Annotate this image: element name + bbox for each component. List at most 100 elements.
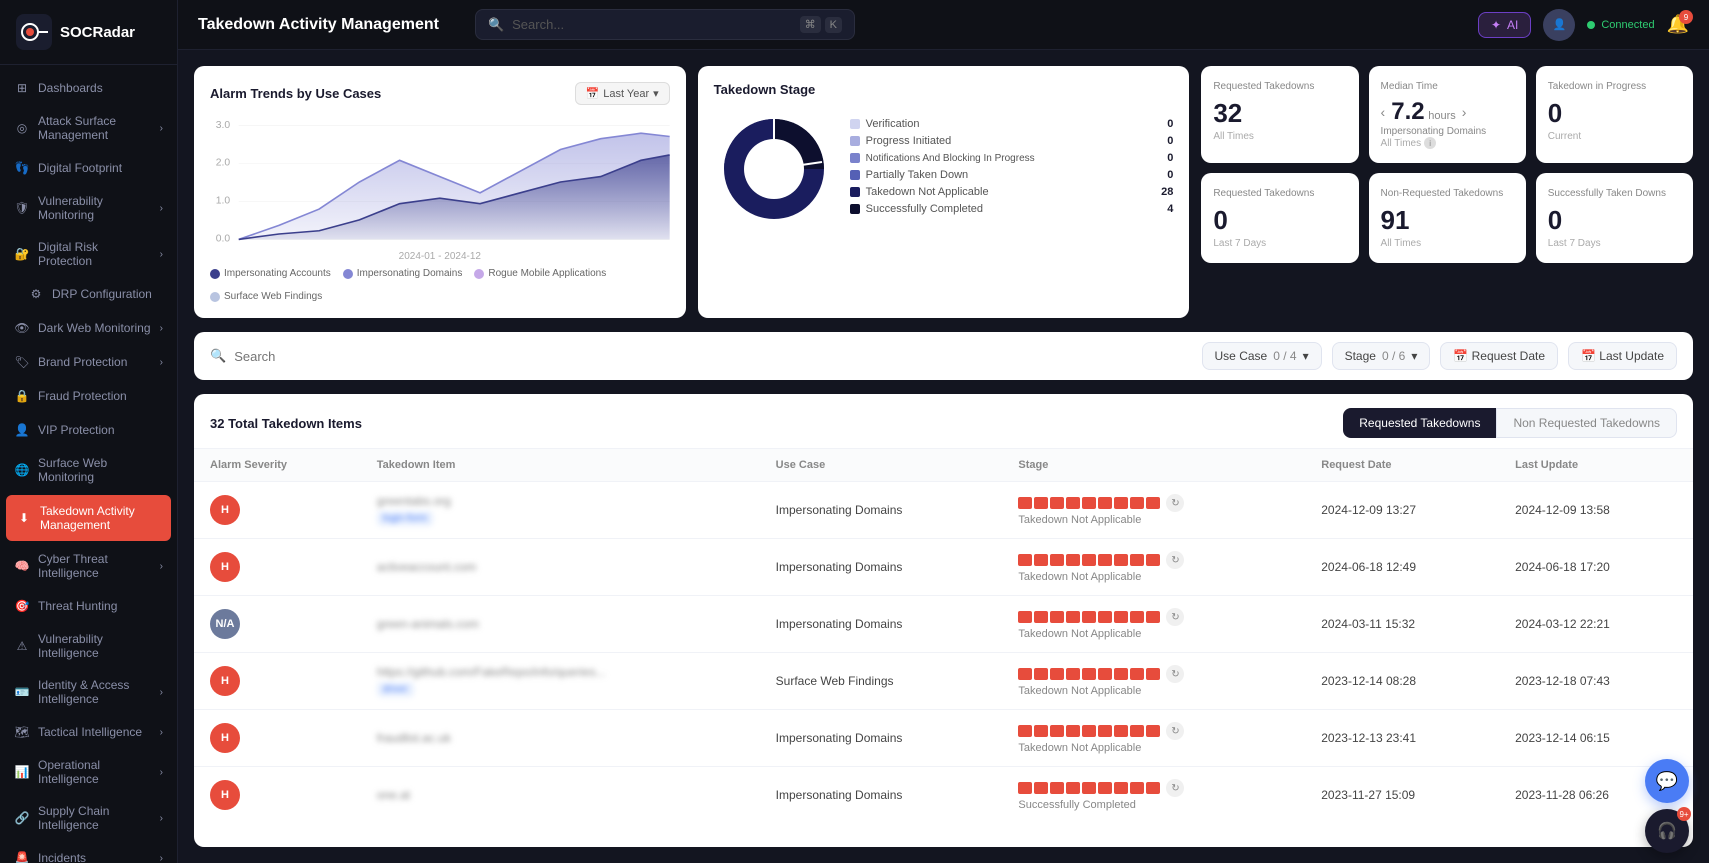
col-request-date: Request Date <box>1305 449 1499 482</box>
stage-pill <box>1098 497 1112 509</box>
cell-severity: H <box>194 710 361 767</box>
request-date-filter[interactable]: 📅 Request Date <box>1440 342 1558 370</box>
sidebar-item-vulnerability-monitoring[interactable]: 🛡 Vulnerability Monitoring › <box>0 185 177 231</box>
notification-button[interactable]: 🔔 9 <box>1667 14 1689 35</box>
sidebar-item-tactical-intel[interactable]: 🗺 Tactical Intelligence › <box>0 715 177 749</box>
use-case-filter[interactable]: Use Case 0 / 4 ▾ <box>1202 342 1322 370</box>
stage-pill <box>1114 554 1128 566</box>
metric-median-time: Median Time ‹ 7.2 hours › Impersonating … <box>1369 66 1526 163</box>
cell-request-date: 2023-12-14 08:28 <box>1305 653 1499 710</box>
sidebar-item-incidents[interactable]: 🚨 Incidents › <box>0 841 177 863</box>
chat-fab[interactable]: 💬 <box>1645 759 1689 803</box>
sidebar-item-label: Brand Protection <box>38 355 127 369</box>
sidebar-item-operational-intel[interactable]: 📊 Operational Intelligence › <box>0 749 177 795</box>
table-head: Alarm Severity Takedown Item Use Case St… <box>194 449 1693 482</box>
sidebar-item-takedown[interactable]: ⬇ Takedown Activity Management <box>6 495 171 541</box>
stage-pills: ↻ <box>1018 779 1289 797</box>
legend-value: 0 <box>1167 169 1173 181</box>
stage-pill <box>1082 497 1096 509</box>
nav-next-button[interactable]: › <box>1462 104 1467 120</box>
chart-area: 3.0 2.0 1.0 0.0 <box>210 117 670 247</box>
sidebar-item-identity-access[interactable]: 🪪 Identity & Access Intelligence › <box>0 669 177 715</box>
chevron-icon: › <box>160 561 163 572</box>
sidebar-item-vuln-intel[interactable]: ⚠ Vulnerability Intelligence <box>0 623 177 669</box>
stage-pill <box>1034 554 1048 566</box>
legend-text: Notifications And Blocking In Progress <box>866 153 1035 164</box>
sidebar-item-drp-config[interactable]: ⚙ DRP Configuration <box>0 277 177 311</box>
legend-dot <box>850 136 860 146</box>
sidebar-item-digital-footprint[interactable]: 👣 Digital Footprint <box>0 151 177 185</box>
stage-pill <box>1098 611 1112 623</box>
sidebar-item-supply-chain[interactable]: 🔗 Supply Chain Intelligence › <box>0 795 177 841</box>
table-search-input[interactable] <box>234 349 1191 364</box>
col-alarm-severity: Alarm Severity <box>194 449 361 482</box>
chart-date: 2024-01 - 2024-12 <box>210 251 670 262</box>
stage-pills: ↻ <box>1018 608 1289 626</box>
non-requested-takedowns-tab[interactable]: Non Requested Takedowns <box>1496 408 1677 438</box>
eye-icon: 👁 <box>14 320 30 336</box>
stage-refresh-button[interactable]: ↻ <box>1166 779 1184 797</box>
sidebar-item-label: Cyber Threat Intelligence <box>38 552 152 580</box>
search-bar[interactable]: 🔍 ⌘ K <box>475 9 855 40</box>
search-icon: 🔍 <box>210 348 226 364</box>
stage-refresh-button[interactable]: ↻ <box>1166 494 1184 512</box>
sidebar-item-vip-protection[interactable]: 👤 VIP Protection <box>0 413 177 447</box>
vuln-icon: ⚠ <box>14 638 30 654</box>
sidebar-item-threat-hunting[interactable]: 🎯 Threat Hunting <box>0 589 177 623</box>
tag-icon: 🏷 <box>14 354 30 370</box>
sidebar-item-label: Tactical Intelligence <box>38 725 142 739</box>
legend-label: Impersonating Domains <box>357 268 463 279</box>
cell-use-case: Impersonating Domains <box>760 767 1003 824</box>
target-icon: ◎ <box>14 120 30 136</box>
sidebar-item-brand-protection[interactable]: 🏷 Brand Protection › <box>0 345 177 379</box>
stage-refresh-button[interactable]: ↻ <box>1166 722 1184 740</box>
header: Takedown Activity Management 🔍 ⌘ K ✦ AI … <box>178 0 1709 50</box>
stage-refresh-button[interactable]: ↻ <box>1166 551 1184 569</box>
stage-refresh-button[interactable]: ↻ <box>1166 665 1184 683</box>
stage-pill <box>1114 668 1128 680</box>
content-area: Alarm Trends by Use Cases 📅 Last Year ▾ … <box>178 50 1709 863</box>
table-header-row: 32 Total Takedown Items Requested Takedo… <box>194 394 1693 448</box>
stage-refresh-button[interactable]: ↻ <box>1166 608 1184 626</box>
logo-text: SOCRadar <box>60 24 135 41</box>
sidebar-item-label: Surface Web Monitoring <box>38 456 163 484</box>
table-search[interactable]: 🔍 <box>210 348 1192 364</box>
cell-request-date: 2024-12-09 13:27 <box>1305 482 1499 539</box>
metric-in-progress: Takedown in Progress 0 Current <box>1536 66 1693 163</box>
sidebar-item-surface-web[interactable]: 🌐 Surface Web Monitoring <box>0 447 177 493</box>
sidebar-item-label: Digital Footprint <box>38 161 122 175</box>
legend-text: Takedown Not Applicable <box>866 186 989 198</box>
svg-text:1.0: 1.0 <box>216 196 231 207</box>
sidebar-item-cyber-threat[interactable]: 🧠 Cyber Threat Intelligence › <box>0 543 177 589</box>
cell-severity: H <box>194 482 361 539</box>
avatar[interactable]: 👤 <box>1543 9 1575 41</box>
pie-chart <box>714 109 834 229</box>
takedown-item: greentabs.org login-form <box>377 494 744 526</box>
last-update-filter[interactable]: 📅 Last Update <box>1568 342 1677 370</box>
sidebar-item-label: Dark Web Monitoring <box>38 321 151 335</box>
sidebar-item-attack-surface[interactable]: ◎ Attack Surface Management › <box>0 105 177 151</box>
sidebar-item-dark-web[interactable]: 👁 Dark Web Monitoring › <box>0 311 177 345</box>
sidebar-item-dashboards[interactable]: ⊞ Dashboards <box>0 71 177 105</box>
top-row: Alarm Trends by Use Cases 📅 Last Year ▾ … <box>194 66 1693 318</box>
legend-item-surface-web: Surface Web Findings <box>210 291 322 302</box>
cell-takedown-item: activeaccount.com <box>361 539 760 596</box>
sidebar-item-digital-risk-protection[interactable]: 🔐 Digital Risk Protection › <box>0 231 177 277</box>
metric-label: Median Time <box>1381 80 1514 94</box>
metric-sub: All Times <box>1381 238 1514 249</box>
nav-prev-button[interactable]: ‹ <box>1381 104 1386 120</box>
sidebar-item-fraud-protection[interactable]: 🔒 Fraud Protection <box>0 379 177 413</box>
search-input[interactable] <box>512 17 791 32</box>
stage-pill <box>1130 668 1144 680</box>
legend-item-notifications: Notifications And Blocking In Progress 0 <box>850 152 1174 164</box>
legend-item-rogue-mobile: Rogue Mobile Applications <box>474 268 606 279</box>
status-text: Connected <box>1601 19 1654 31</box>
stage-filter[interactable]: Stage 0 / 6 ▾ <box>1332 342 1431 370</box>
takedown-item: activeaccount.com <box>377 560 744 574</box>
support-fab[interactable]: 🎧 9+ <box>1645 809 1689 853</box>
filter-button[interactable]: 📅 Last Year ▾ <box>575 82 670 105</box>
stage-pill <box>1098 725 1112 737</box>
ai-button[interactable]: ✦ AI <box>1478 12 1531 38</box>
search-icon: 🔍 <box>488 17 504 33</box>
requested-takedowns-tab[interactable]: Requested Takedowns <box>1343 408 1496 438</box>
